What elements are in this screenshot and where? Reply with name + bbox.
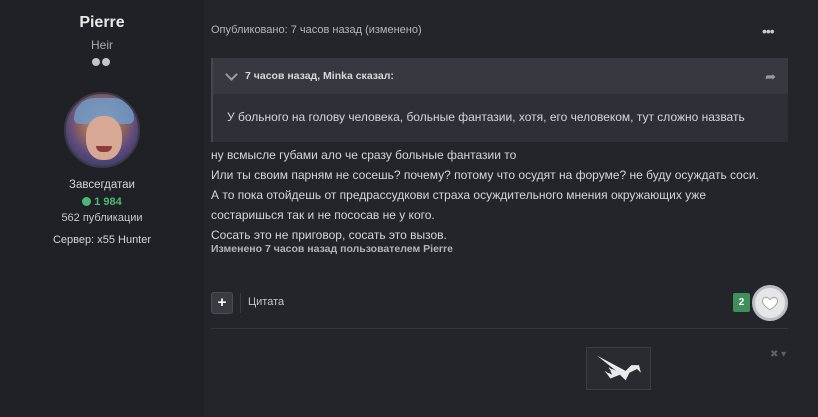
author-sidebar: Pierre Heir Завсегдатаи 1 984 562 публик…	[0, 0, 204, 417]
quote-header[interactable]: 7 часов назад, Minka сказал: ➦	[213, 58, 788, 94]
avatar[interactable]	[64, 92, 140, 168]
post-meta: Опубликовано: 7 часов назад (изменено)	[211, 24, 422, 36]
eagle-logo-icon	[597, 355, 641, 381]
quote-button[interactable]: Цитата	[248, 296, 284, 308]
quote-block: 7 часов назад, Minka сказал: ➦ У больног…	[211, 58, 788, 142]
chevron-down-icon[interactable]	[225, 67, 238, 81]
post-separator	[211, 328, 788, 329]
rank-pip	[102, 58, 110, 66]
rank-title: Heir	[90, 38, 113, 52]
post-line: Сосать это не приговор, сосать это вызов…	[211, 228, 447, 242]
share-arrow-icon[interactable]: ➦	[765, 69, 776, 85]
reaction-button[interactable]	[752, 285, 788, 321]
ellipsis-icon[interactable]: •••	[762, 23, 775, 39]
close-icon[interactable]: ✖ ▾	[770, 349, 786, 360]
heart-icon	[761, 296, 779, 311]
avatar-face	[86, 116, 122, 160]
post-line: Или ты своим парням не сосешь? почему? п…	[211, 168, 759, 182]
post-body: ну всмысле губами ало че сразу больные ф…	[211, 145, 759, 245]
author-name[interactable]: Pierre	[0, 14, 204, 32]
rank-pips	[92, 58, 110, 66]
post-line: А то пока отойдешь от предрассудкови стр…	[211, 188, 707, 202]
edit-note: Изменено 7 часов назад пользователем Pie…	[211, 243, 453, 255]
post-line: состаришься так и не пососав не у кого.	[211, 208, 435, 222]
reaction-count-badge[interactable]: 2	[733, 293, 750, 312]
signature-banner	[586, 347, 651, 390]
server-field: Сервер: x55 Hunter	[52, 234, 152, 246]
post-line: ну всмысле губами ало че сразу больные ф…	[211, 148, 517, 162]
action-divider	[240, 293, 241, 313]
member-group: Завсегдатаи	[69, 179, 135, 191]
quote-text: У больного на голову человека, больные ф…	[227, 110, 745, 124]
reputation: 1 984	[0, 196, 204, 208]
multiquote-add-button[interactable]: +	[211, 292, 233, 314]
reputation-value: 1 984	[94, 196, 122, 208]
post-count: 562 публикации	[61, 212, 143, 224]
reputation-plus-icon	[82, 197, 92, 206]
quote-author: 7 часов назад, Minka сказал:	[245, 70, 394, 82]
rank-pip	[92, 58, 100, 66]
